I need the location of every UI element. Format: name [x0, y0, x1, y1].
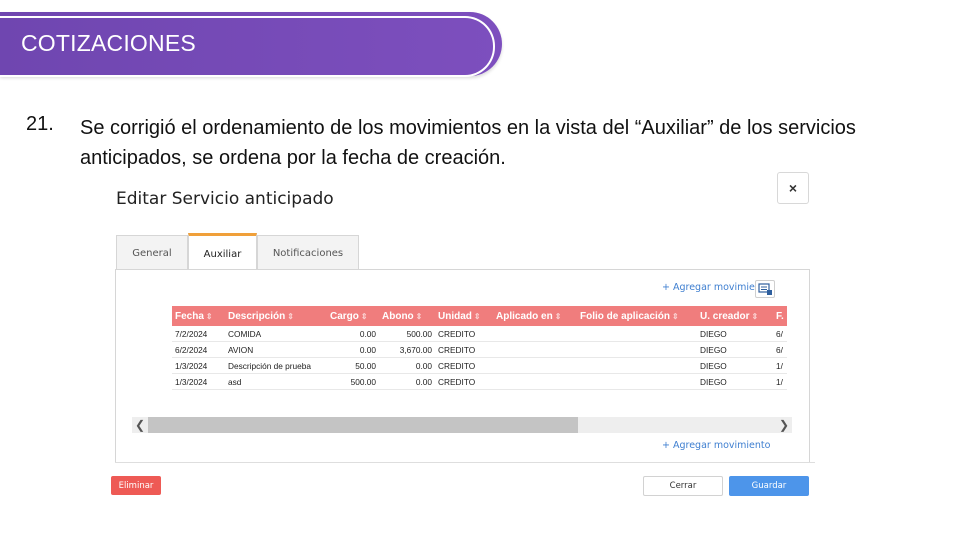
cell-unidad: CREDITO — [435, 373, 493, 390]
sort-icon: ⇕ — [473, 311, 481, 321]
sort-icon: ⇕ — [287, 311, 294, 321]
cell-unidad: CREDITO — [435, 357, 493, 374]
cell-creador: DIEGO — [697, 326, 773, 342]
sort-icon: ⇕ — [751, 311, 759, 321]
cell-aplicado — [493, 341, 577, 358]
table-row[interactable]: 1/3/2024 asd 500.00 0.00 CREDITO DIEGO 1… — [172, 373, 787, 390]
column-header-cargo[interactable]: Cargo ⇕ — [327, 306, 379, 326]
sort-icon: ⇕ — [415, 311, 423, 321]
tab-notificaciones[interactable]: Notificaciones — [257, 235, 359, 270]
cell-creador: DIEGO — [697, 341, 773, 358]
sort-icon: ⇕ — [554, 311, 562, 321]
column-header-fecha[interactable]: Fecha ⇕ — [172, 306, 225, 326]
cell-descripcion: Descripción de prueba — [225, 357, 327, 374]
section-title: COTIZACIONES — [21, 30, 196, 56]
tab-label: General — [132, 247, 172, 259]
cell-aplicado — [493, 326, 577, 342]
cell-folio — [577, 357, 697, 374]
cell-f: 6/ — [773, 341, 787, 358]
close-dialog-button[interactable]: × — [777, 172, 809, 204]
cell-cargo: 0.00 — [327, 341, 379, 358]
cell-folio — [577, 373, 697, 390]
save-button[interactable]: Guardar — [729, 476, 809, 496]
item-number: 21. — [26, 113, 54, 135]
cell-folio — [577, 326, 697, 342]
column-header-creador[interactable]: U. creador ⇕ — [697, 306, 773, 326]
cell-folio — [577, 341, 697, 358]
add-movement-link-bottom[interactable]: + Agregar movimiento — [662, 440, 770, 451]
scroll-right-arrow-icon[interactable]: ❯ — [776, 417, 792, 433]
cell-cargo: 50.00 — [327, 357, 379, 374]
close-button[interactable]: Cerrar — [643, 476, 723, 496]
cell-abono: 0.00 — [379, 357, 435, 374]
table-header-row: Fecha ⇕ Descripción ⇕ Cargo ⇕ Abono ⇕ Unidad… — [172, 306, 787, 326]
tab-label: Notificaciones — [272, 247, 344, 259]
cell-fecha: 1/3/2024 — [172, 373, 225, 390]
cell-abono: 3,670.00 — [379, 341, 435, 358]
cell-unidad: CREDITO — [435, 341, 493, 358]
tab-label: Auxiliar — [203, 248, 242, 260]
add-movement-link-top[interactable]: + Agregar movimiento — [662, 282, 758, 293]
cell-fecha: 1/3/2024 — [172, 357, 225, 374]
cell-unidad: CREDITO — [435, 326, 493, 342]
tab-auxiliar[interactable]: Auxiliar — [188, 233, 257, 272]
sort-icon: ⇕ — [360, 311, 368, 321]
sort-icon: ⇕ — [205, 311, 213, 321]
scroll-left-arrow-icon[interactable]: ❮ — [132, 417, 148, 433]
movements-table: Fecha ⇕ Descripción ⇕ Cargo ⇕ Abono ⇕ Unidad… — [172, 306, 787, 390]
column-header-descripcion[interactable]: Descripción ⇕ — [225, 306, 327, 326]
cell-abono: 0.00 — [379, 373, 435, 390]
cell-descripcion: AVION — [225, 341, 327, 358]
column-header-f[interactable]: F. — [773, 306, 787, 326]
item-text: Se corrigió el ordenamiento de los movim… — [80, 117, 856, 169]
delete-button[interactable]: Eliminar — [111, 476, 161, 495]
cell-abono: 500.00 — [379, 326, 435, 342]
cell-creador: DIEGO — [697, 357, 773, 374]
cell-aplicado — [493, 357, 577, 374]
cell-f: 6/ — [773, 326, 787, 342]
close-icon: × — [788, 180, 798, 196]
cell-aplicado — [493, 373, 577, 390]
cell-fecha: 7/2/2024 — [172, 326, 225, 342]
add-movement-icon[interactable] — [755, 280, 775, 298]
column-header-aplicado[interactable]: Aplicado en ⇕ — [493, 306, 577, 326]
column-header-abono[interactable]: Abono ⇕ — [379, 306, 435, 326]
column-header-unidad[interactable]: Unidad ⇕ — [435, 306, 493, 326]
cell-cargo: 500.00 — [327, 373, 379, 390]
cell-cargo: 0.00 — [327, 326, 379, 342]
table-row[interactable]: 6/2/2024 AVION 0.00 3,670.00 CREDITO DIE… — [172, 341, 787, 358]
table-row[interactable]: 7/2/2024 COMIDA 0.00 500.00 CREDITO DIEG… — [172, 326, 787, 342]
cell-f: 1/ — [773, 357, 787, 374]
sort-icon: ⇕ — [672, 311, 679, 321]
footer-divider — [115, 462, 815, 463]
table-row[interactable]: 1/3/2024 Descripción de prueba 50.00 0.0… — [172, 357, 787, 374]
cell-descripcion: COMIDA — [225, 326, 327, 342]
tab-general[interactable]: General — [116, 235, 188, 270]
column-header-folio[interactable]: Folio de aplicación ⇕ — [577, 306, 697, 326]
cell-descripcion: asd — [225, 373, 327, 390]
scrollbar-thumb[interactable] — [148, 417, 578, 433]
cell-creador: DIEGO — [697, 373, 773, 390]
cell-fecha: 6/2/2024 — [172, 341, 225, 358]
dialog-title: Editar Servicio anticipado — [116, 189, 334, 209]
cell-f: 1/ — [773, 373, 787, 390]
